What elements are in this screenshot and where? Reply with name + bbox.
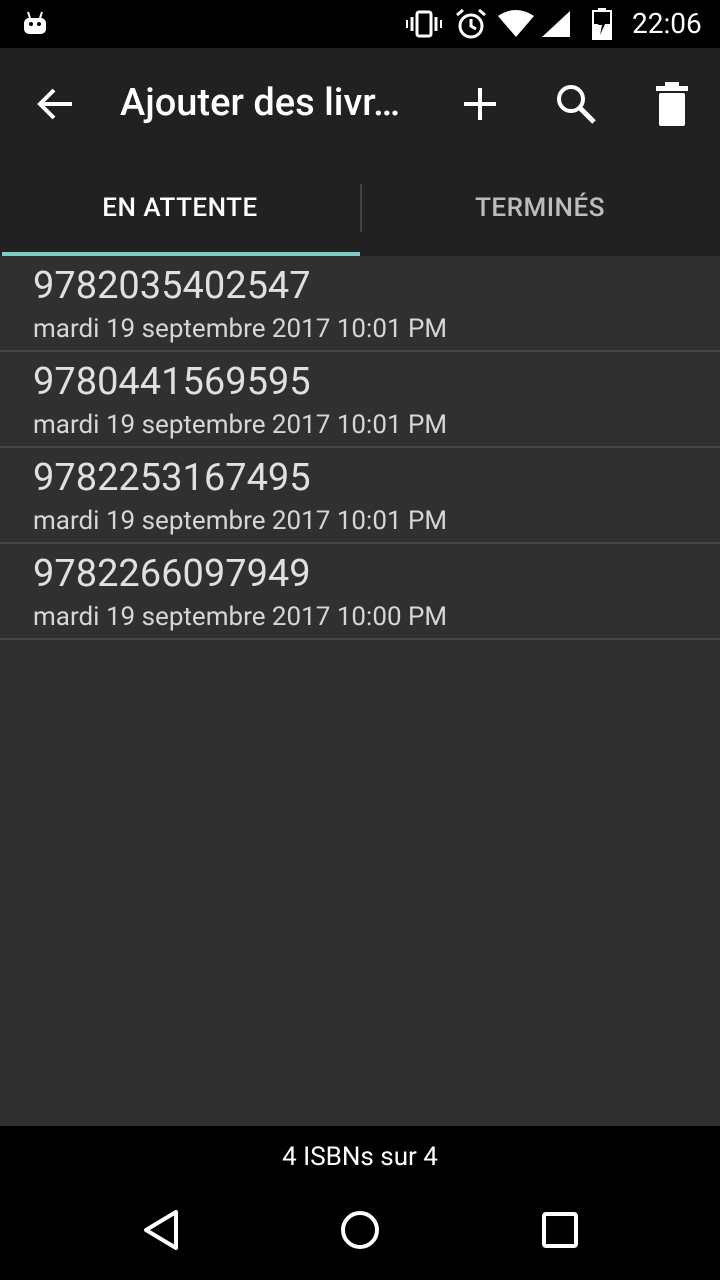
date-text: mardi 19 septembre 2017 10:01 PM bbox=[33, 314, 448, 344]
nav-recents-icon[interactable] bbox=[538, 1208, 582, 1252]
list-item[interactable]: 9780441569595 mardi 19 septembre 2017 10… bbox=[0, 352, 720, 448]
nav-home-icon[interactable] bbox=[338, 1208, 382, 1252]
system-nav-bar bbox=[0, 1188, 720, 1280]
isbn-text: 9780441569595 bbox=[33, 360, 311, 404]
tab-bar: EN ATTENTE TERMINÉS bbox=[0, 160, 720, 256]
date-text: mardi 19 septembre 2017 10:00 PM bbox=[33, 602, 448, 632]
tab-termines[interactable]: TERMINÉS bbox=[360, 160, 720, 256]
status-time: 22:06 bbox=[632, 7, 702, 40]
signal-icon bbox=[542, 11, 570, 37]
isbn-count-bar: 4 ISBNs sur 4 bbox=[0, 1126, 720, 1188]
isbn-text: 9782253167495 bbox=[33, 456, 311, 500]
app-bar: Ajouter des livr… bbox=[0, 48, 720, 160]
android-icon bbox=[24, 11, 46, 34]
alarm-icon bbox=[456, 8, 486, 39]
search-icon[interactable] bbox=[552, 80, 600, 128]
status-bar: 22:06 bbox=[0, 0, 720, 48]
list-item[interactable]: 9782035402547 mardi 19 septembre 2017 10… bbox=[0, 256, 720, 352]
vibrate-icon bbox=[406, 10, 442, 38]
tab-en-attente[interactable]: EN ATTENTE bbox=[0, 160, 360, 256]
add-icon[interactable] bbox=[458, 82, 502, 126]
wifi-icon bbox=[498, 10, 534, 37]
isbn-text: 9782266097949 bbox=[33, 552, 311, 596]
delete-icon[interactable] bbox=[650, 80, 694, 128]
page-title: Ajouter des livr… bbox=[120, 81, 401, 125]
isbn-list: 9782035402547 mardi 19 septembre 2017 10… bbox=[0, 256, 720, 640]
date-text: mardi 19 septembre 2017 10:01 PM bbox=[33, 410, 448, 440]
back-arrow-icon[interactable] bbox=[34, 82, 78, 126]
list-item[interactable]: 9782253167495 mardi 19 septembre 2017 10… bbox=[0, 448, 720, 544]
isbn-count-text: 4 ISBNs sur 4 bbox=[282, 1142, 438, 1172]
battery-icon bbox=[592, 8, 612, 40]
list-item[interactable]: 9782266097949 mardi 19 septembre 2017 10… bbox=[0, 544, 720, 640]
nav-back-icon[interactable] bbox=[140, 1208, 184, 1252]
date-text: mardi 19 septembre 2017 10:01 PM bbox=[33, 506, 448, 536]
isbn-text: 9782035402547 bbox=[33, 264, 311, 308]
